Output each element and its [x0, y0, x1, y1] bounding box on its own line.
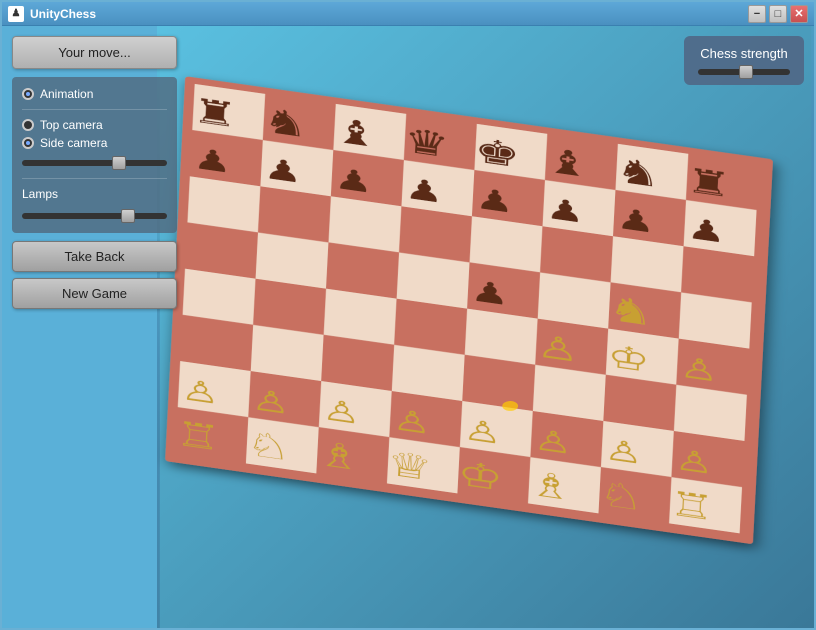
controls-panel: Animation Top camera Side camera: [12, 77, 177, 233]
top-camera-label: Top camera: [40, 118, 103, 132]
close-button[interactable]: ✕: [790, 5, 808, 23]
title-controls: − □ ✕: [748, 5, 808, 23]
svg-text:♕: ♕: [386, 445, 434, 488]
app-icon: ♟: [8, 6, 24, 22]
chess-board-svg: ♜ ♞ ♝ ♛ ♚ ♝ ♞ ♜ ♟ ♟ ♟ ♟ ♟ ♟ ♟ ♟: [157, 26, 814, 628]
maximize-button[interactable]: □: [769, 5, 787, 23]
camera-slider-thumb[interactable]: [112, 156, 126, 170]
svg-text:♝: ♝: [544, 142, 592, 185]
camera-slider-track: [22, 160, 167, 166]
main-content: ♜ ♞ ♝ ♛ ♚ ♝ ♞ ♜ ♟ ♟ ♟ ♟ ♟ ♟ ♟ ♟: [2, 26, 814, 628]
svg-text:♗: ♗: [315, 435, 363, 478]
title-bar-left: ♟ UnityChess: [8, 6, 96, 22]
camera-group: Top camera Side camera: [22, 118, 167, 150]
svg-text:♙: ♙: [392, 403, 432, 440]
minimize-button[interactable]: −: [748, 5, 766, 23]
svg-text:♙: ♙: [536, 328, 580, 369]
separator-1: [22, 109, 167, 110]
title-bar: ♟ UnityChess − □ ✕: [2, 2, 814, 26]
animation-label: Animation: [40, 87, 93, 101]
svg-text:♞: ♞: [262, 102, 310, 145]
svg-text:♟: ♟: [333, 162, 373, 199]
svg-text:♟: ♟: [470, 275, 510, 312]
top-camera-option[interactable]: Top camera: [22, 118, 167, 132]
lamps-label: Lamps: [22, 187, 167, 201]
lamps-slider-track: [22, 213, 167, 219]
svg-text:♙: ♙: [462, 413, 502, 450]
side-camera-radio[interactable]: [22, 137, 34, 149]
svg-text:♞: ♞: [607, 290, 655, 333]
take-back-button[interactable]: Take Back: [12, 241, 177, 272]
lamps-slider-thumb[interactable]: [121, 209, 135, 223]
new-game-button[interactable]: New Game: [12, 278, 177, 309]
svg-text:♙: ♙: [603, 433, 643, 470]
svg-text:♔: ♔: [456, 455, 504, 498]
svg-text:♜: ♜: [685, 162, 733, 205]
svg-text:♙: ♙: [533, 423, 573, 460]
svg-text:♟: ♟: [404, 172, 444, 209]
side-camera-label: Side camera: [40, 136, 107, 150]
svg-text:♙: ♙: [251, 383, 291, 420]
strength-slider-track: [698, 69, 790, 75]
svg-text:♝: ♝: [332, 112, 380, 155]
main-window: ♟ UnityChess − □ ✕: [0, 0, 816, 630]
separator-2: [22, 178, 167, 179]
svg-text:♘: ♘: [597, 475, 645, 518]
window-title: UnityChess: [30, 7, 96, 21]
animation-radio[interactable]: [22, 88, 34, 100]
svg-text:♚: ♚: [473, 132, 521, 175]
your-move-button[interactable]: Your move...: [12, 36, 177, 69]
svg-text:♛: ♛: [403, 122, 451, 165]
top-camera-radio[interactable]: [22, 119, 34, 131]
svg-text:♟: ♟: [263, 152, 303, 189]
svg-text:♜: ♜: [191, 92, 239, 135]
strength-panel: Chess strength: [684, 36, 804, 85]
svg-text:♘: ♘: [245, 425, 293, 468]
left-panel: Your move... Animation Top camera: [2, 26, 187, 628]
svg-text:♖: ♖: [668, 485, 716, 528]
svg-text:♔: ♔: [606, 338, 650, 379]
strength-slider-thumb[interactable]: [739, 65, 753, 79]
chess-scene: ♜ ♞ ♝ ♛ ♚ ♝ ♞ ♜ ♟ ♟ ♟ ♟ ♟ ♟ ♟ ♟: [157, 26, 814, 628]
action-buttons: Take Back New Game: [12, 241, 177, 309]
svg-text:♙: ♙: [674, 443, 714, 480]
svg-text:♟: ♟: [474, 182, 514, 219]
svg-text:♟: ♟: [686, 212, 726, 249]
svg-text:♞: ♞: [614, 152, 662, 195]
svg-text:♙: ♙: [321, 393, 361, 430]
svg-text:♗: ♗: [527, 465, 575, 508]
svg-text:♙: ♙: [679, 351, 719, 388]
svg-text:♟: ♟: [615, 202, 655, 239]
svg-text:♟: ♟: [192, 142, 232, 179]
strength-title: Chess strength: [698, 46, 790, 61]
side-camera-option[interactable]: Side camera: [22, 136, 167, 150]
animation-option[interactable]: Animation: [22, 87, 167, 101]
svg-text:♟: ♟: [545, 192, 585, 229]
